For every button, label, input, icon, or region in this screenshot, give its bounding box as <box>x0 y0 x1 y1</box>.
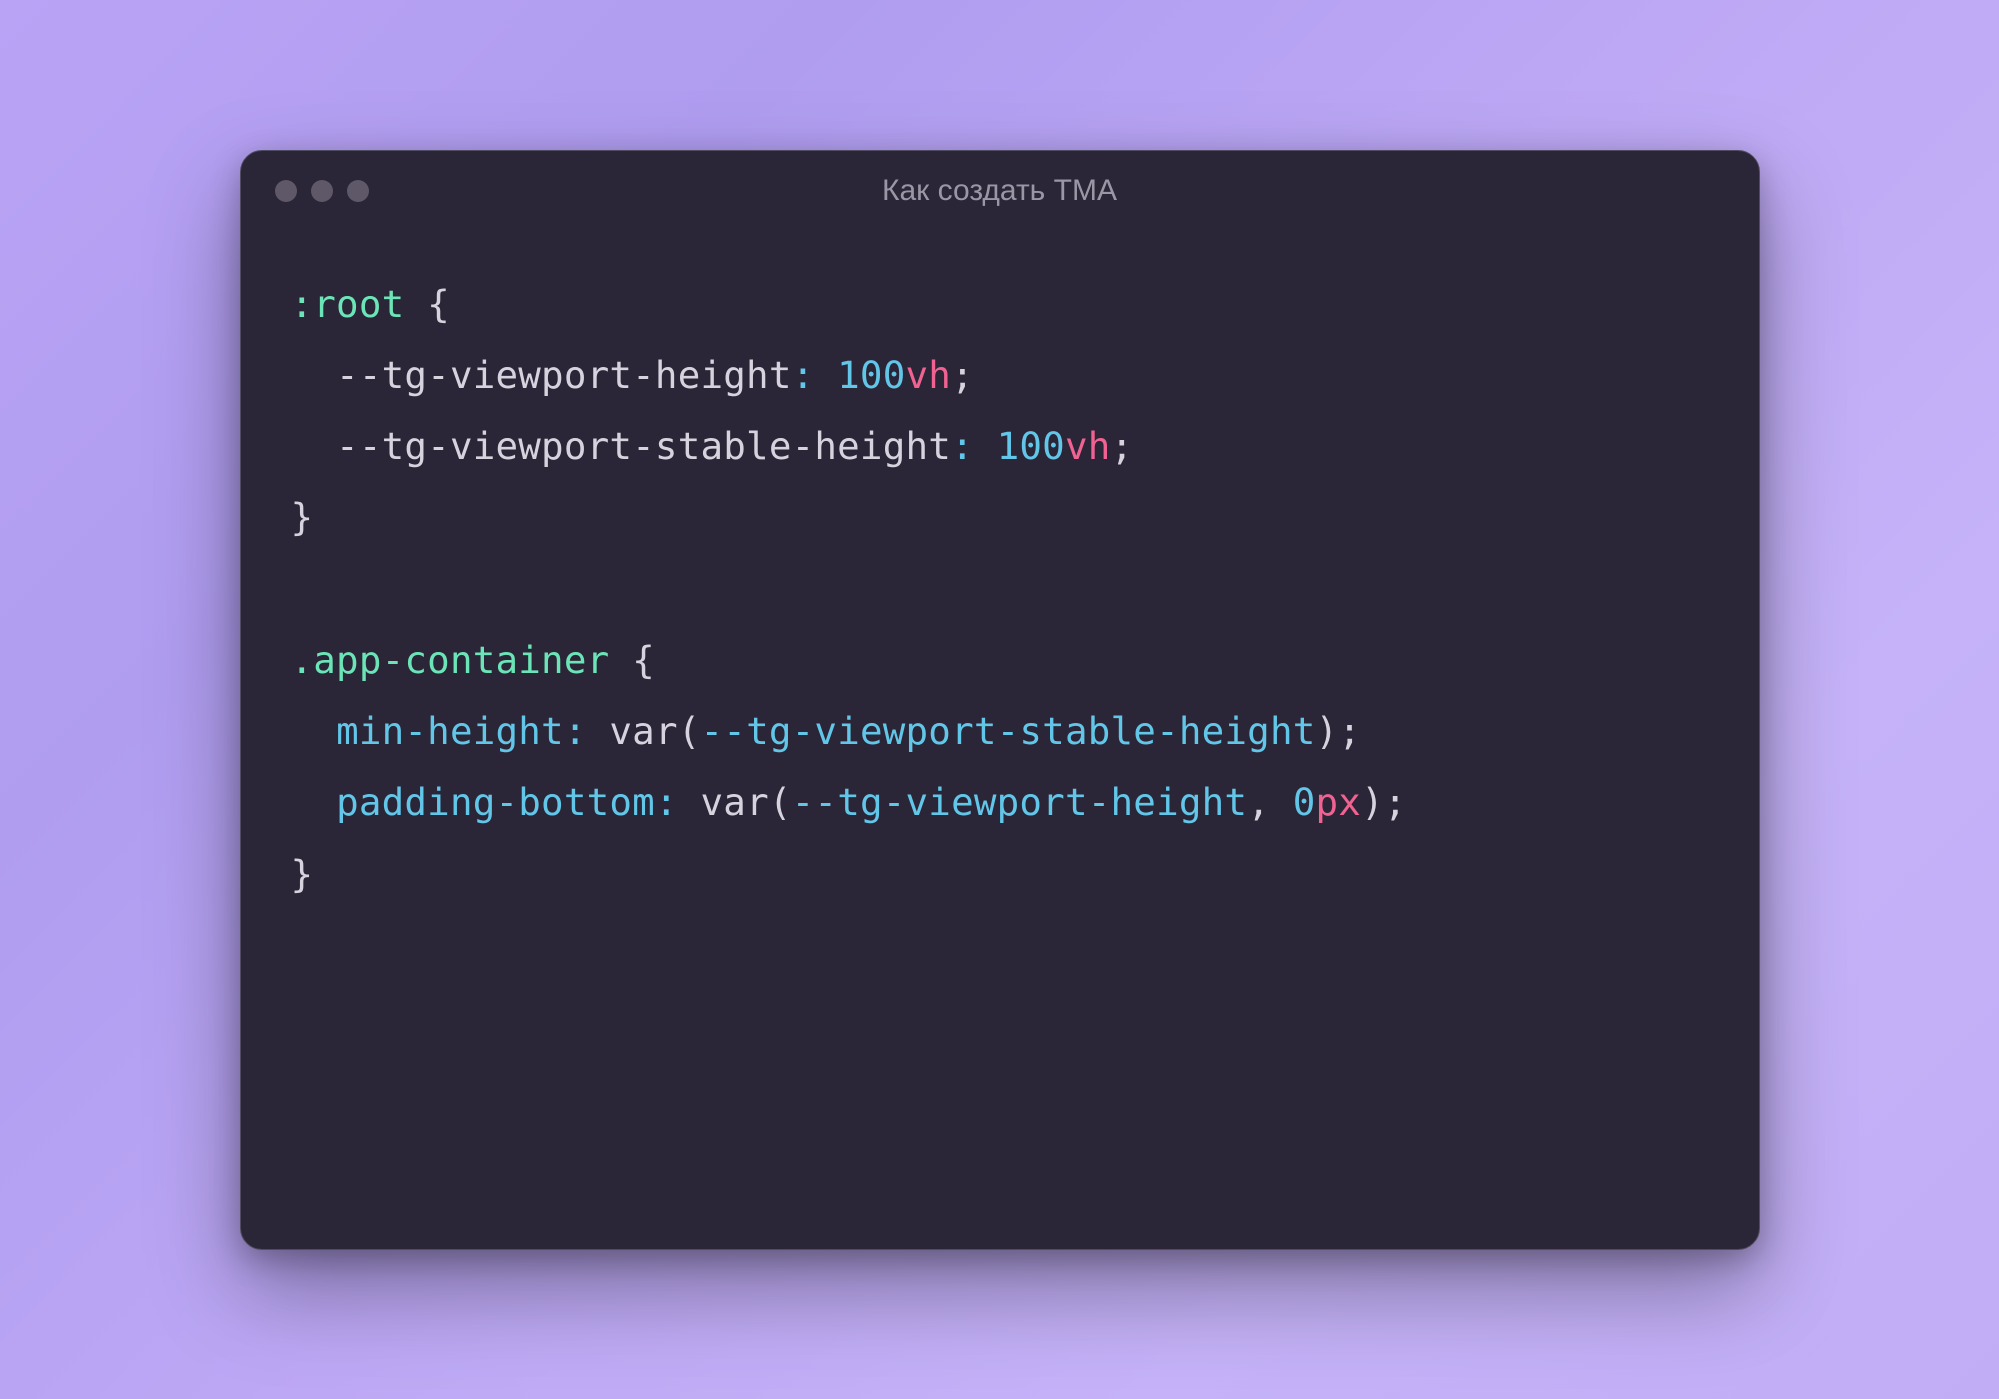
code-token: : <box>564 709 587 753</box>
code-line <box>291 567 314 611</box>
code-token: padding-bottom <box>336 780 655 824</box>
maximize-icon[interactable] <box>347 180 369 202</box>
code-token: --tg-viewport-stable-height <box>701 709 1316 753</box>
code-token: , <box>1247 780 1293 824</box>
code-token: ); <box>1361 780 1407 824</box>
code-line: --tg-viewport-height: 100vh; <box>291 353 974 397</box>
code-line: .app-container { <box>291 638 655 682</box>
code-token: vh <box>1065 424 1111 468</box>
code-token: } <box>291 852 314 896</box>
code-token: var <box>701 780 769 824</box>
code-token: } <box>291 495 314 539</box>
code-token <box>291 780 337 824</box>
code-token: ; <box>951 353 974 397</box>
code-token <box>291 567 314 611</box>
code-token: { <box>404 282 450 326</box>
code-token: ( <box>678 709 701 753</box>
code-token: : <box>792 353 815 397</box>
code-token: --tg-viewport-height <box>291 353 792 397</box>
code-token: ; <box>1111 424 1134 468</box>
code-token: min-height <box>336 709 564 753</box>
code-token <box>974 424 997 468</box>
code-token: --tg-viewport-stable-height <box>291 424 952 468</box>
code-token <box>587 709 610 753</box>
code-line: :root { <box>291 282 450 326</box>
code-token: px <box>1316 780 1362 824</box>
code-token: var <box>609 709 677 753</box>
code-token <box>678 780 701 824</box>
code-token: :root <box>291 282 405 326</box>
code-token <box>291 709 337 753</box>
code-token: --tg-viewport-height <box>792 780 1248 824</box>
minimize-icon[interactable] <box>311 180 333 202</box>
code-token: 100 <box>837 353 905 397</box>
code-line: --tg-viewport-stable-height: 100vh; <box>291 424 1134 468</box>
titlebar: Как создать TMA <box>241 151 1759 231</box>
code-line: } <box>291 495 314 539</box>
code-token: : <box>655 780 678 824</box>
code-token <box>814 353 837 397</box>
code-token: : <box>951 424 974 468</box>
code-token: { <box>609 638 655 682</box>
code-token: ); <box>1316 709 1362 753</box>
code-token: ( <box>769 780 792 824</box>
traffic-lights <box>275 180 369 202</box>
window-title: Как создать TMA <box>241 174 1759 208</box>
code-block: :root { --tg-viewport-height: 100vh; --t… <box>241 231 1759 1249</box>
code-token: 100 <box>997 424 1065 468</box>
code-token: vh <box>906 353 952 397</box>
code-token: 0 <box>1293 780 1316 824</box>
code-window: Как создать TMA :root { --tg-viewport-he… <box>240 150 1760 1250</box>
code-line: min-height: var(--tg-viewport-stable-hei… <box>291 709 1362 753</box>
code-line: padding-bottom: var(--tg-viewport-height… <box>291 780 1407 824</box>
code-token: .app-container <box>291 638 610 682</box>
code-line: } <box>291 852 314 896</box>
close-icon[interactable] <box>275 180 297 202</box>
